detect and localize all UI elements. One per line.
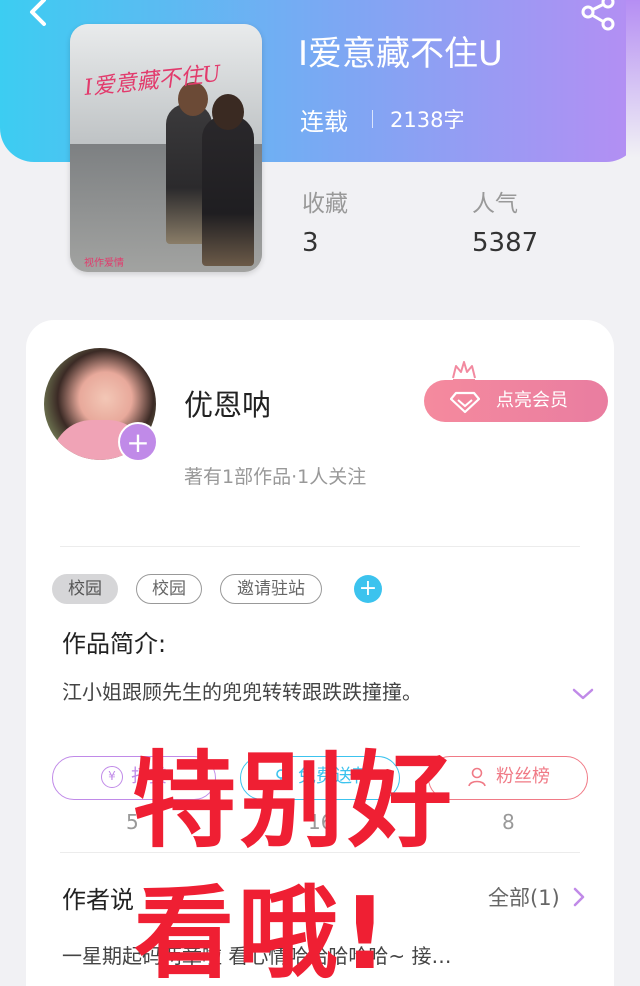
overlay-text: 特别好 bbox=[132, 740, 457, 862]
author-says-all-link[interactable]: 全部(1) bbox=[488, 882, 560, 912]
book-cover[interactable]: I爱意藏不住U 视作爱情 bbox=[70, 24, 262, 272]
intro-text: 江小姐跟顾先生的兜兜转转跟跌跌撞撞。 bbox=[62, 680, 422, 704]
share-button[interactable] bbox=[576, 0, 620, 34]
author-name[interactable]: 优恩呐 bbox=[184, 382, 271, 424]
favorites-value: 3 bbox=[302, 228, 319, 258]
favorites-label: 收藏 bbox=[302, 191, 348, 217]
author-says-title: 作者说 bbox=[62, 886, 134, 914]
popularity-label: 人气 bbox=[472, 191, 518, 217]
chevron-right-icon[interactable] bbox=[570, 884, 588, 910]
book-status: 连载 bbox=[300, 108, 348, 136]
follow-author-button[interactable]: + bbox=[118, 422, 158, 462]
fans-icon bbox=[468, 767, 486, 787]
cover-tag: 视作爱情 bbox=[84, 258, 124, 269]
book-title: I爱意藏不住U bbox=[298, 34, 503, 74]
yen-icon: ¥ bbox=[101, 766, 123, 788]
back-button[interactable] bbox=[18, 0, 58, 34]
fans-count: 8 bbox=[502, 810, 515, 834]
right-edge-strip bbox=[626, 0, 640, 986]
cover-figure bbox=[202, 116, 254, 266]
chevron-left-icon bbox=[30, 0, 46, 26]
tag-campus[interactable]: 校园 bbox=[136, 574, 202, 604]
divider bbox=[60, 546, 580, 547]
divider bbox=[372, 110, 373, 128]
fans-ranking-label: 粉丝榜 bbox=[496, 766, 550, 787]
diamond-icon bbox=[450, 391, 480, 414]
share-icon bbox=[581, 0, 615, 31]
intro-title: 作品简介: bbox=[62, 630, 167, 658]
chevron-down-icon[interactable] bbox=[570, 684, 596, 704]
overlay-text: 看哦! bbox=[134, 875, 392, 986]
cover-figure-head bbox=[212, 94, 244, 130]
tag-campus-filled[interactable]: 校园 bbox=[52, 574, 118, 604]
add-tag-button[interactable]: + bbox=[354, 575, 382, 603]
popularity-value: 5387 bbox=[472, 228, 539, 258]
author-meta: 著有1部作品·1人关注 bbox=[184, 466, 367, 488]
tag-invite[interactable]: 邀请驻站 bbox=[220, 574, 322, 604]
word-count: 2138字 bbox=[390, 108, 465, 132]
